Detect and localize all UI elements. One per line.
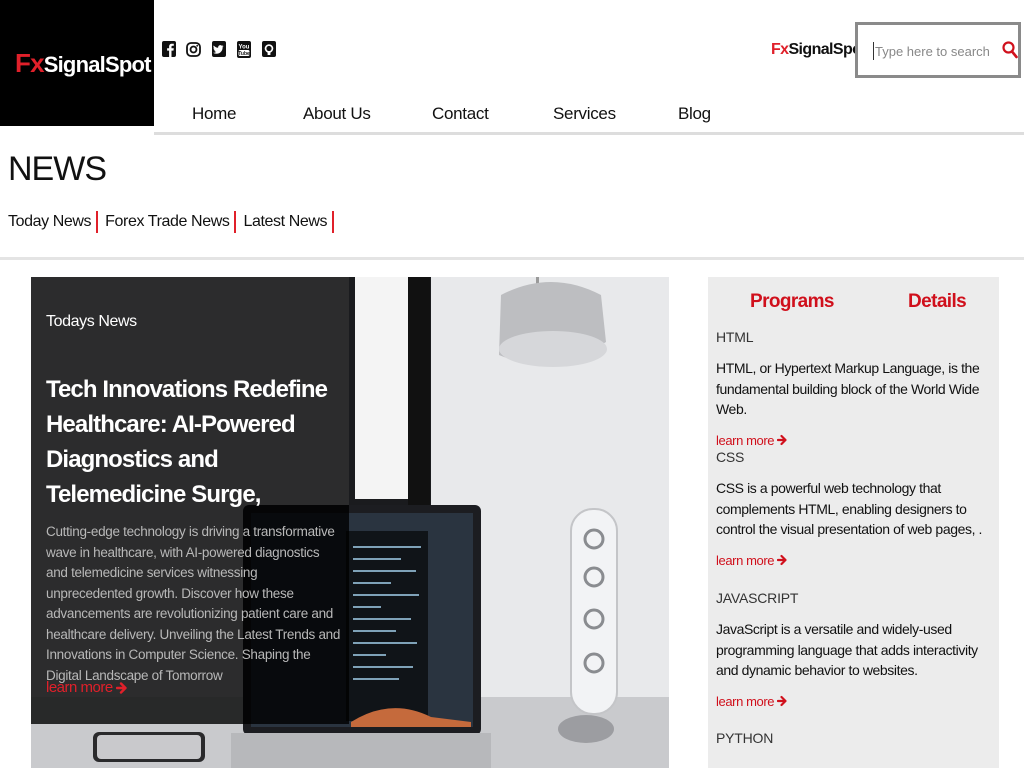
- hero-card: Todays News Tech Innovations Redefine He…: [31, 277, 669, 768]
- tab-separator: [234, 211, 237, 233]
- program-entry-python: PYTHON: [716, 730, 991, 746]
- program-description: JavaScript is a versatile and widely-use…: [716, 621, 978, 678]
- tab-separator: [96, 211, 99, 233]
- social-links: You Tube: [160, 39, 277, 59]
- nav-services[interactable]: Services: [553, 104, 616, 124]
- logo-text: FxSignalSpot: [15, 48, 151, 78]
- details-header: Details: [908, 291, 967, 312]
- learn-more-link[interactable]: learn more: [716, 553, 991, 568]
- instagram-icon[interactable]: [185, 39, 202, 59]
- hero-body: Cutting-edge technology is driving a tra…: [46, 524, 341, 683]
- logo[interactable]: FxSignalSpot: [0, 0, 154, 126]
- program-entry-javascript: JAVASCRIPT JavaScript is a versatile and…: [716, 590, 991, 709]
- brand-name[interactable]: FxSignalSpot: [771, 41, 867, 59]
- programs-header: Programs: [750, 291, 835, 312]
- youtube-icon[interactable]: You Tube: [235, 39, 252, 59]
- program-entry-html: HTML HTML, or Hypertext Markup Language,…: [716, 329, 991, 448]
- nav-about-us[interactable]: About Us: [303, 104, 371, 124]
- arrow-right-icon: [777, 695, 787, 707]
- nav-divider: [154, 132, 1024, 135]
- page-title: NEWS: [8, 150, 107, 188]
- search-box: [855, 22, 1021, 78]
- arrow-right-icon: [777, 554, 787, 566]
- arrow-right-icon: [777, 434, 787, 446]
- program-name: PYTHON: [716, 730, 774, 746]
- program-description: CSS is a powerful web technology that co…: [716, 480, 983, 537]
- nav-contact[interactable]: Contact: [432, 104, 489, 124]
- program-entry-css: CSS CSS is a powerful web technology tha…: [716, 449, 991, 568]
- hero-kicker: Todays News: [46, 313, 137, 330]
- programs-sidebar: Programs Details HTML HTML, or Hypertext…: [708, 277, 999, 768]
- learn-more-link[interactable]: learn more: [716, 433, 991, 448]
- news-tabs: Today News Forex Trade News Latest News: [8, 211, 341, 233]
- nav-home[interactable]: Home: [192, 104, 236, 124]
- hero-headline[interactable]: Tech Innovations Redefine Healthcare: AI…: [46, 372, 336, 512]
- hero-overlay: Todays News Tech Innovations Redefine He…: [31, 277, 349, 724]
- twitter-icon[interactable]: [210, 39, 227, 59]
- search-input[interactable]: [873, 42, 993, 60]
- tab-separator: [332, 211, 335, 233]
- svg-text:You: You: [238, 44, 249, 50]
- program-name: CSS: [716, 449, 745, 465]
- github-icon[interactable]: [260, 39, 277, 59]
- search-icon[interactable]: [1002, 41, 1018, 59]
- program-name: JAVASCRIPT: [716, 590, 799, 606]
- nav-blog[interactable]: Blog: [678, 104, 711, 124]
- arrow-right-icon: [115, 681, 127, 694]
- program-description: HTML, or Hypertext Markup Language, is t…: [716, 360, 980, 417]
- tab-today-news[interactable]: Today News: [8, 213, 96, 231]
- learn-more-link[interactable]: learn more: [716, 694, 991, 709]
- hero-learn-more-link[interactable]: learn more: [46, 679, 127, 696]
- tab-latest-news[interactable]: Latest News: [243, 213, 332, 231]
- section-divider: [0, 257, 1024, 260]
- facebook-icon[interactable]: [160, 39, 177, 59]
- program-name: HTML: [716, 329, 754, 345]
- tab-forex-trade-news[interactable]: Forex Trade News: [105, 213, 234, 231]
- main-nav: Home About Us Contact Services Blog: [154, 100, 754, 134]
- svg-text:Tube: Tube: [238, 51, 250, 57]
